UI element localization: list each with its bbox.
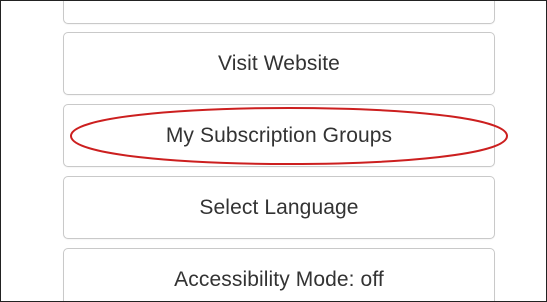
partial-menu-button[interactable] — [63, 1, 495, 24]
select-language-button[interactable]: Select Language — [63, 176, 495, 239]
subscription-groups-button[interactable]: My Subscription Groups — [63, 104, 495, 167]
accessibility-mode-button[interactable]: Accessibility Mode: off — [63, 248, 495, 301]
visit-website-button[interactable]: Visit Website — [63, 32, 495, 95]
menu-panel: Visit Website My Subscription Groups Sel… — [0, 0, 547, 302]
visit-website-label: Visit Website — [218, 51, 340, 75]
subscription-groups-label: My Subscription Groups — [165, 123, 393, 147]
accessibility-mode-label: Accessibility Mode: off — [174, 267, 384, 291]
select-language-label: Select Language — [199, 195, 359, 219]
